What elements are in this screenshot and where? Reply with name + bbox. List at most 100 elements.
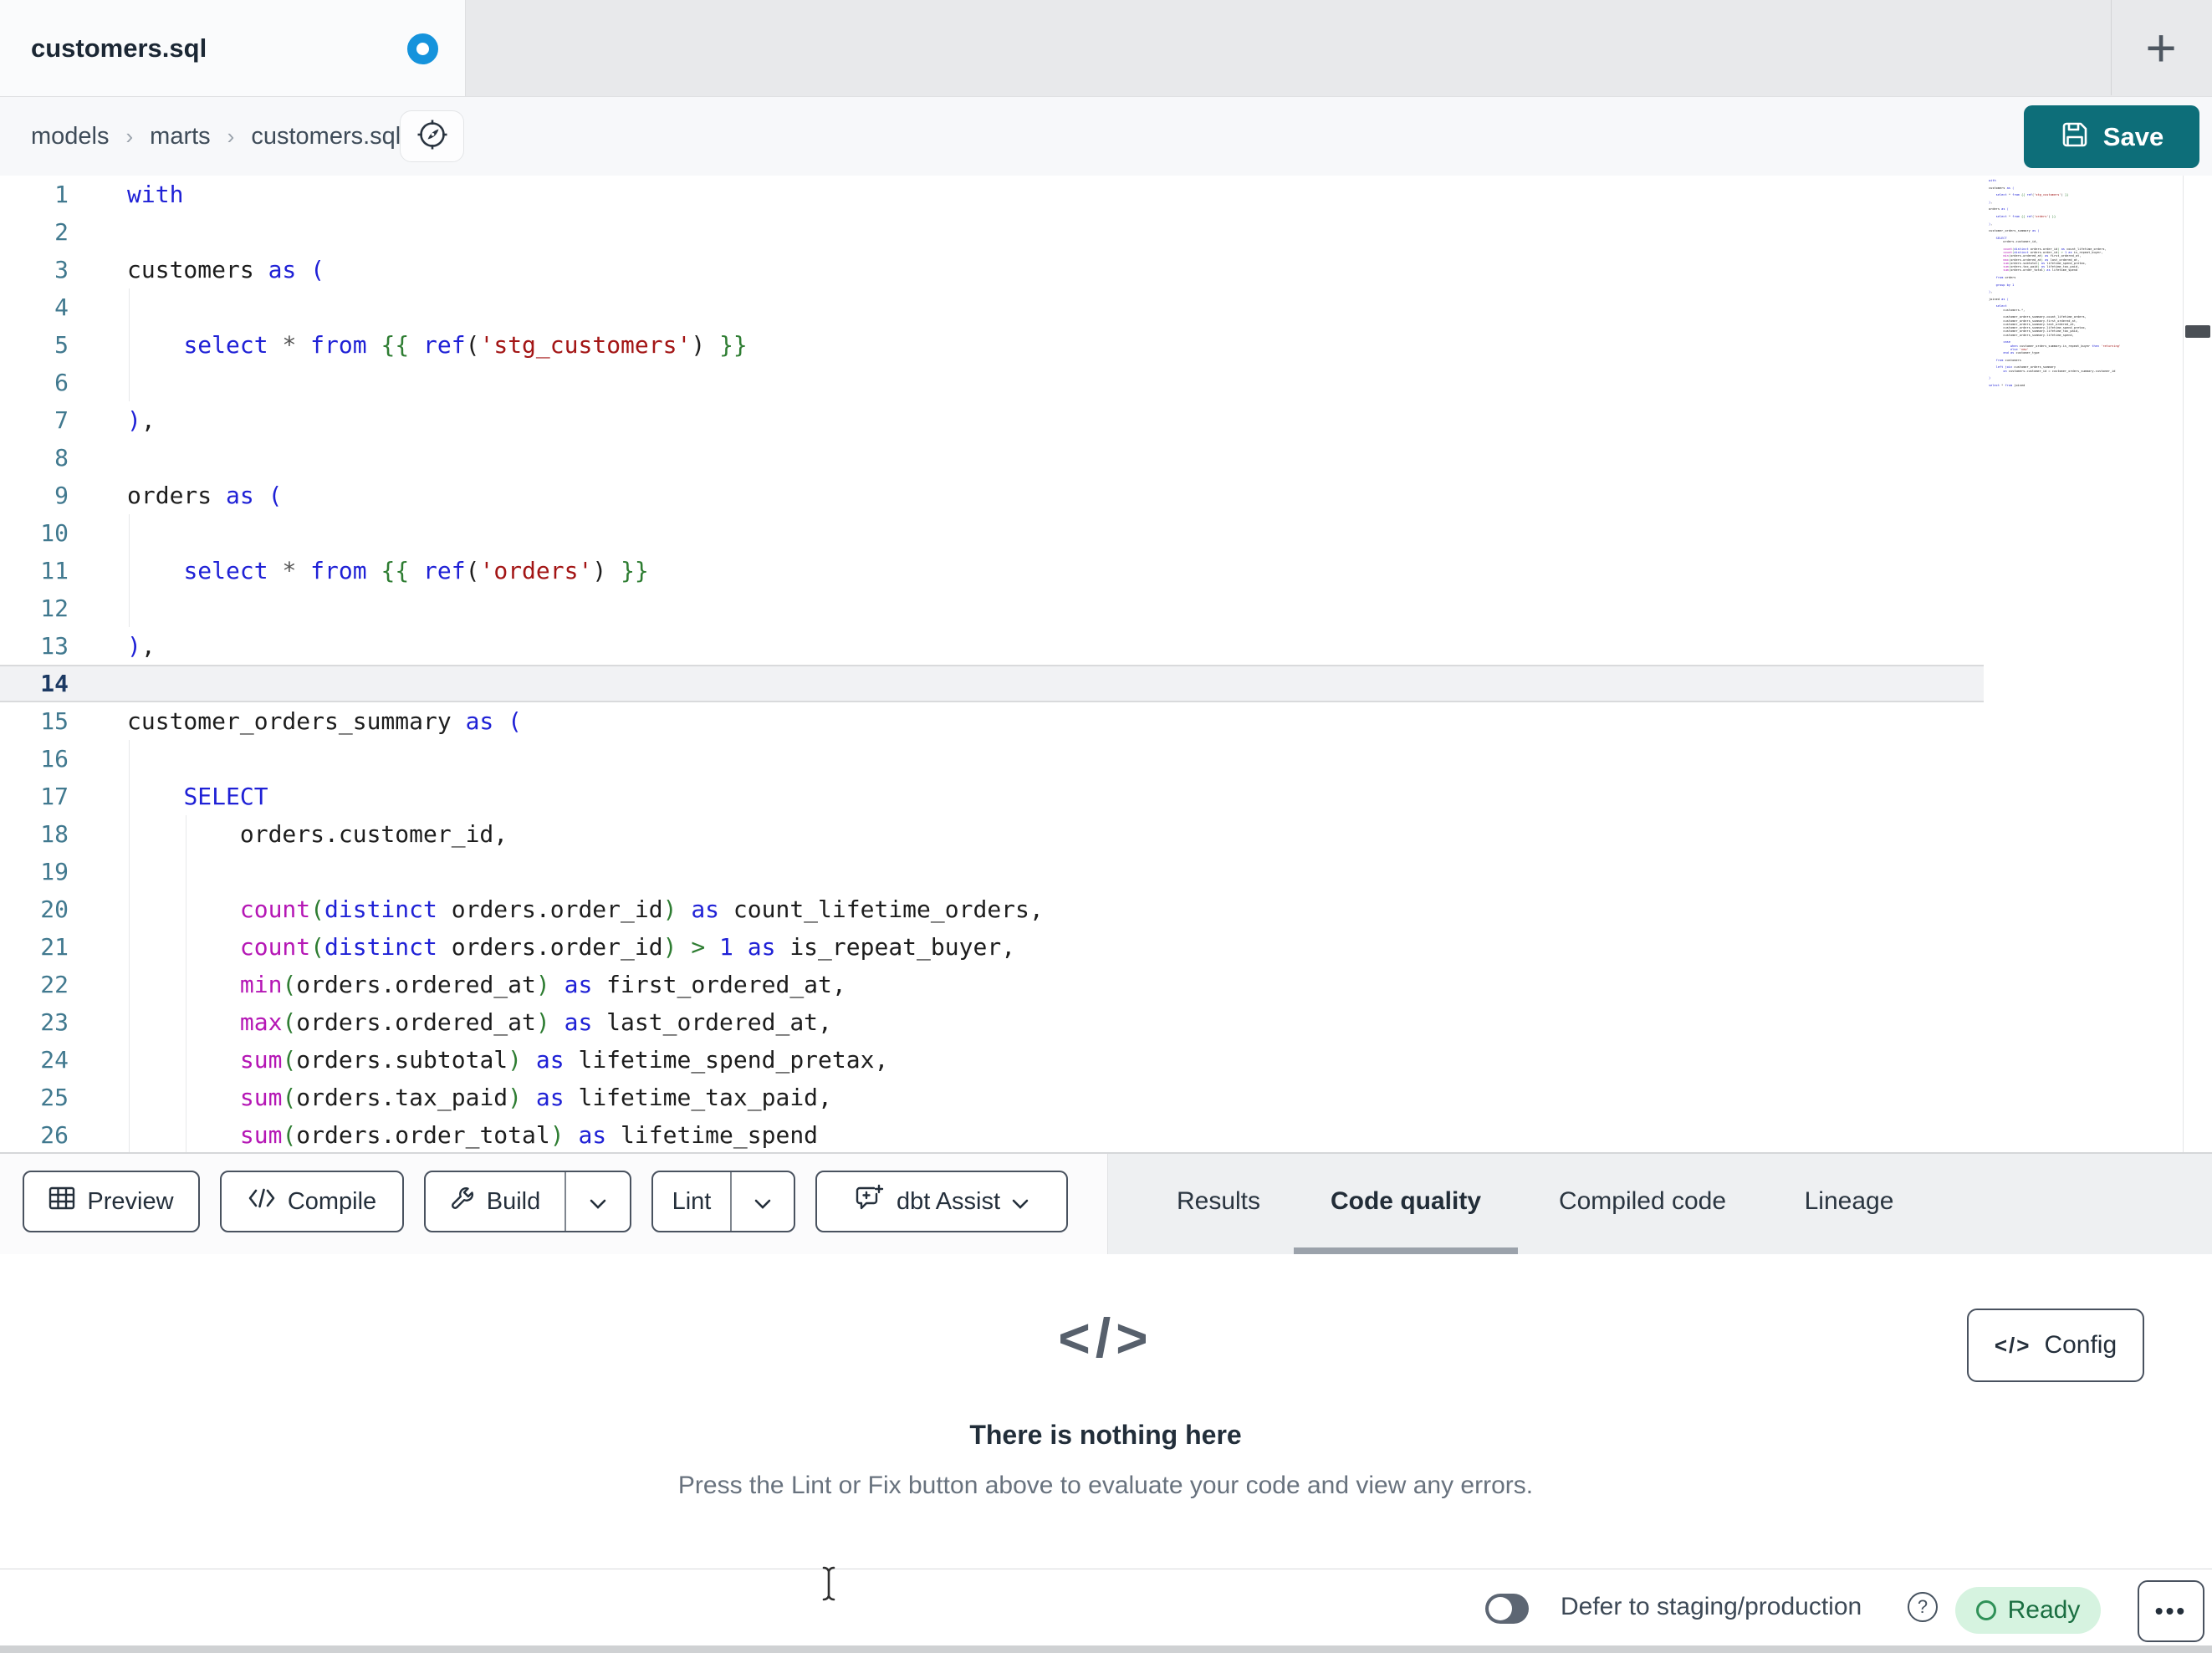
code-line[interactable]: 17 SELECT: [0, 778, 2212, 815]
code-line[interactable]: 15 customer_orders_summary as (: [0, 702, 2212, 740]
breadcrumb-marts[interactable]: marts: [150, 123, 211, 151]
line-number: 16: [40, 745, 69, 773]
minimap-divider: [2183, 176, 2184, 1152]
window-bottom-edge: [0, 1645, 2212, 1653]
code-line[interactable]: 4: [0, 288, 2212, 326]
tab-compiled-code[interactable]: Compiled code: [1559, 1181, 1726, 1222]
code-line[interactable]: 3 customers as (: [0, 251, 2212, 288]
tab-title: customers.sql: [31, 33, 207, 63]
code-line-text: orders.customer_id,: [127, 820, 508, 848]
line-number: 23: [40, 1008, 69, 1036]
code-line-text: ),: [127, 406, 156, 434]
line-number: 3: [54, 256, 69, 283]
code-line[interactable]: 2: [0, 213, 2212, 251]
help-icon[interactable]: ?: [1908, 1592, 1938, 1622]
more-options-button[interactable]: •••: [2138, 1580, 2204, 1642]
save-icon: [2060, 120, 2090, 154]
assist-sparkle-chat-icon: [855, 1184, 885, 1219]
code-line-text: ),: [127, 632, 156, 660]
code-line-text: with: [127, 181, 184, 208]
code-line[interactable]: 7),: [0, 401, 2212, 439]
line-number: 8: [54, 444, 69, 472]
table-grid-icon: [49, 1186, 75, 1217]
code-line-text: min(orders.ordered_at) as first_ordered_…: [239, 971, 846, 998]
line-number: 1: [54, 181, 69, 208]
code-line[interactable]: 8: [0, 439, 2212, 477]
unsaved-changes-dot-icon: [407, 33, 438, 64]
code-line[interactable]: 11 select * from {{ ref('orders') }}: [0, 552, 2212, 589]
dbt-assist-button-label: dbt Assist: [896, 1187, 1001, 1215]
dbt-assist-button[interactable]: dbt Assist: [815, 1171, 1068, 1232]
defer-toggle[interactable]: [1485, 1594, 1529, 1624]
line-number: 17: [40, 783, 69, 810]
code-line[interactable]: 20 count(distinct orders.order_id) as co…: [0, 890, 2212, 928]
code-line[interactable]: 9 orders as (: [0, 477, 2212, 514]
code-line[interactable]: 6: [0, 364, 2212, 401]
breadcrumb-customers-sql[interactable]: customers.sql: [251, 123, 401, 151]
minimap[interactable]: with customers as ( select * from {{ ref…: [1989, 179, 2181, 388]
code-line[interactable]: 16: [0, 740, 2212, 778]
code-line[interactable]: 26 sum(orders.order_total) as lifetime_s…: [0, 1116, 2212, 1152]
chevron-down-icon: [1012, 1188, 1029, 1216]
code-line[interactable]: 21 count(distinct orders.order_id) > 1 a…: [0, 928, 2212, 966]
preview-button-label: Preview: [87, 1187, 174, 1215]
ready-circle-icon: [1975, 1600, 1996, 1620]
code-line-text: customers as (: [127, 256, 325, 283]
save-button-label: Save: [2102, 121, 2164, 151]
code-brackets-icon: [248, 1187, 276, 1216]
code-line-text: customer_orders_summary as (: [127, 707, 523, 735]
line-number: 24: [40, 1046, 69, 1074]
breadcrumb: models › marts › customers.sql: [31, 97, 401, 176]
lint-button[interactable]: Lint: [653, 1188, 730, 1216]
code-line-text: count(distinct orders.order_id) > 1 as i…: [239, 933, 1016, 961]
line-number: 25: [40, 1084, 69, 1111]
tab-lineage[interactable]: Lineage: [1805, 1181, 1894, 1222]
line-number: 26: [40, 1121, 69, 1149]
tab-code-quality[interactable]: Code quality: [1331, 1181, 1481, 1222]
status-badge: Ready: [1955, 1587, 2101, 1634]
code-line[interactable]: 14: [0, 665, 1984, 702]
code-line[interactable]: 25 sum(orders.tax_paid) as lifetime_tax_…: [0, 1079, 2212, 1116]
preview-button[interactable]: Preview: [23, 1171, 200, 1232]
save-button[interactable]: Save: [2024, 105, 2199, 168]
tab-customers-sql[interactable]: customers.sql: [0, 0, 466, 96]
code-editor[interactable]: 1 with 2 3 customers as (4 5 select * from {{…: [0, 176, 2212, 1152]
compile-button[interactable]: Compile: [220, 1171, 404, 1232]
ready-label: Ready: [2007, 1596, 2081, 1624]
results-panel: [0, 1254, 2212, 1569]
line-number: 19: [40, 858, 69, 885]
code-line-text: sum(orders.tax_paid) as lifetime_tax_pai…: [239, 1084, 832, 1111]
tab-results[interactable]: Results: [1177, 1181, 1260, 1222]
config-button[interactable]: </> Config: [1967, 1309, 2144, 1382]
line-number: 12: [40, 594, 69, 622]
code-line[interactable]: 18 orders.customer_id,: [0, 815, 2212, 853]
empty-state-description: Press the Lint or Fix button above to ev…: [677, 1472, 1534, 1499]
code-line[interactable]: 19: [0, 853, 2212, 890]
lint-dropdown-button[interactable]: [732, 1188, 794, 1216]
split-divider: [564, 1172, 566, 1231]
line-number: 18: [40, 820, 69, 848]
plus-icon: +: [2145, 18, 2177, 78]
code-line[interactable]: 22 min(orders.ordered_at) as first_order…: [0, 966, 2212, 1003]
build-button[interactable]: Build: [426, 1186, 564, 1217]
code-brackets-icon: </>: [1994, 1332, 2031, 1358]
explore-lineage-button[interactable]: [400, 110, 464, 162]
code-line[interactable]: 24 sum(orders.subtotal) as lifetime_spen…: [0, 1041, 2212, 1079]
code-line[interactable]: 5 select * from {{ ref('stg_customers') …: [0, 326, 2212, 364]
lint-button-label: Lint: [672, 1187, 712, 1215]
chevron-down-icon: [590, 1188, 606, 1216]
code-line[interactable]: 23 max(orders.ordered_at) as last_ordere…: [0, 1003, 2212, 1041]
line-number: 5: [54, 331, 69, 359]
new-tab-button[interactable]: +: [2119, 10, 2203, 85]
code-line-text: count(distinct orders.order_id) as count…: [239, 895, 1044, 923]
build-dropdown-button[interactable]: [566, 1188, 630, 1216]
code-line[interactable]: 13),: [0, 627, 2212, 665]
breadcrumb-models[interactable]: models: [31, 123, 110, 151]
code-line[interactable]: 10: [0, 514, 2212, 552]
code-line[interactable]: 12: [0, 589, 2212, 627]
code-line[interactable]: 1 with: [0, 176, 2212, 213]
line-number: 9: [54, 482, 69, 509]
editor-scrollbar-thumb[interactable]: [2185, 325, 2210, 338]
line-number: 13: [40, 632, 69, 660]
tabstrip-divider: [2111, 0, 2112, 95]
